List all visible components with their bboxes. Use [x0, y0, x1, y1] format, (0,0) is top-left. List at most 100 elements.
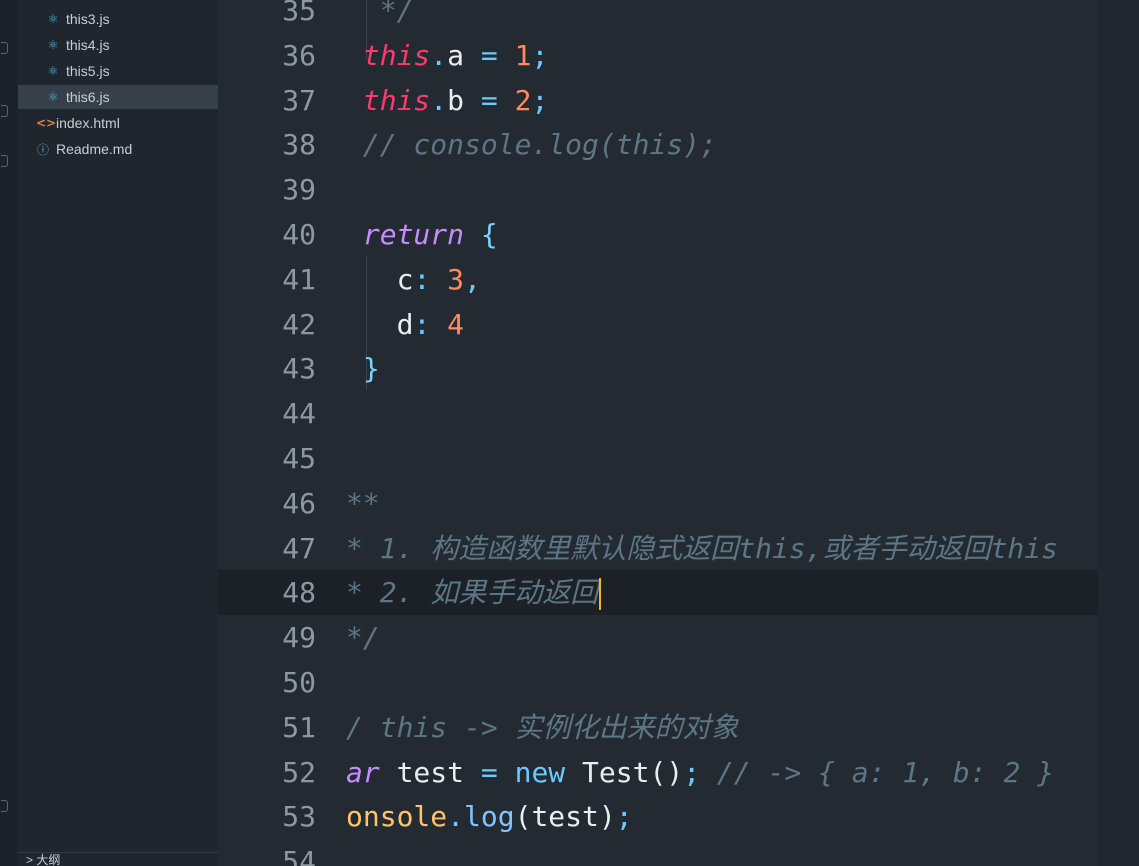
- editor-scrollbar[interactable]: [1098, 0, 1139, 866]
- code-text: * 2. 如果手动返回: [346, 570, 602, 615]
- line-number: 43: [282, 352, 316, 386]
- file-item[interactable]: ⚛ this4.js: [18, 33, 218, 57]
- code-token: ;: [683, 755, 701, 789]
- code-text: this.a = 1;: [346, 33, 548, 78]
- code-line[interactable]: 48 * 2. 如果手动返回: [218, 570, 1098, 616]
- line-number: 39: [282, 173, 316, 207]
- code-text: */: [346, 615, 380, 660]
- react-icon: ⚛: [47, 12, 59, 26]
- line-number: 41: [282, 262, 316, 296]
- react-icon: ⚛: [47, 64, 59, 78]
- code-token: this: [346, 83, 431, 117]
- code-token: test: [379, 755, 481, 789]
- code-token: log: [464, 800, 515, 834]
- line-number: 37: [282, 83, 316, 117]
- code-token: new: [514, 755, 566, 789]
- code-token: ;: [615, 800, 633, 834]
- code-token: d: [346, 307, 414, 341]
- line-number: 47: [282, 531, 316, 565]
- code-line[interactable]: 39: [218, 167, 1098, 212]
- code-line[interactable]: 49 */: [218, 615, 1098, 660]
- line-number: 51: [282, 710, 316, 744]
- file-item[interactable]: <> index.html: [18, 111, 218, 135]
- line-number: 50: [282, 666, 316, 699]
- code-text: ar test = new Test(); // -> { a: 1, b: 2…: [346, 750, 1054, 795]
- code-token: :: [413, 262, 448, 296]
- code-token: .: [430, 83, 448, 117]
- code-token: ;: [531, 83, 549, 117]
- code-token: 1: [514, 38, 532, 72]
- file-item[interactable]: ⓘ Readme.md: [18, 137, 218, 161]
- line-number: 54: [282, 845, 316, 866]
- react-icon: ⚛: [47, 38, 59, 52]
- code-line[interactable]: 40 return {: [218, 212, 1098, 257]
- code-line[interactable]: 43 }: [218, 346, 1098, 391]
- code-token: ar: [346, 755, 380, 789]
- code-line[interactable]: 46 **: [218, 481, 1098, 526]
- code-text: return {: [346, 212, 498, 257]
- activity-marker-icon[interactable]: [1, 105, 8, 117]
- code-line[interactable]: 45: [218, 436, 1098, 481]
- code-token: c: [346, 262, 414, 296]
- code-line[interactable]: 37 this.b = 2;: [218, 78, 1098, 123]
- line-number: 40: [282, 218, 316, 251]
- code-token: Test(): [565, 755, 684, 789]
- code-token: 3: [447, 262, 465, 296]
- code-line[interactable]: 52 ar test = new Test(); // -> { a: 1, b:…: [218, 750, 1098, 795]
- code-text: c: 3,: [346, 257, 481, 302]
- code-text: * 1. 构造函数里默认隐式返回this,或者手动返回this: [346, 526, 1058, 571]
- code-token: ,: [464, 262, 481, 296]
- code-text: **: [346, 481, 380, 526]
- line-number: 42: [282, 307, 316, 341]
- file-name: this3.js: [66, 11, 110, 27]
- code-line[interactable]: 47 * 1. 构造函数里默认隐式返回this,或者手动返回this: [218, 526, 1098, 571]
- code-token: (test): [514, 800, 616, 834]
- code-line[interactable]: 44: [218, 391, 1098, 436]
- code-editor[interactable]: 35 */36 this.a = 1; 37 this.b = 2; 38 // c…: [218, 0, 1098, 866]
- file-name: this5.js: [66, 63, 110, 79]
- code-token: * 1. 构造函数里默认隐式返回this,或者手动返回this: [346, 531, 1059, 565]
- code-line[interactable]: 50: [218, 660, 1098, 705]
- line-number: 48: [282, 576, 316, 610]
- code-token: / this -> 实例化出来的对象: [346, 710, 739, 744]
- code-token: // -> { a: 1, b: 2 }: [700, 755, 1055, 789]
- line-number: 36: [282, 38, 316, 72]
- line-number: 35: [282, 0, 316, 27]
- outline-section-header[interactable]: > 大纲: [18, 852, 218, 866]
- code-token: a: [447, 38, 465, 72]
- code-token: .: [430, 38, 448, 72]
- code-token: }: [346, 352, 380, 386]
- activity-marker-icon[interactable]: [1, 42, 8, 54]
- code-line[interactable]: 53 onsole.log(test);: [218, 794, 1098, 839]
- file-name: index.html: [56, 115, 120, 131]
- file-item[interactable]: ⚛ this6.js: [18, 85, 218, 109]
- line-number: 46: [282, 486, 316, 520]
- info-icon: ⓘ: [36, 142, 49, 157]
- code-text: }: [346, 346, 380, 391]
- code-line[interactable]: 38 // console.log(this);: [218, 122, 1098, 167]
- line-number: 44: [282, 397, 316, 431]
- code-text: d: 4: [346, 302, 464, 347]
- code-token: =: [464, 38, 515, 72]
- code-line[interactable]: 51 / this -> 实例化出来的对象: [218, 705, 1098, 750]
- code-line[interactable]: 36 this.a = 1;: [218, 33, 1098, 78]
- code-token: ;: [531, 38, 549, 72]
- file-explorer: ⚛ this3.js ⚛ this4.js ⚛ this5.js ⚛ this6.js <> in…: [18, 0, 218, 866]
- code-line[interactable]: 35 */: [218, 0, 1098, 33]
- code-line[interactable]: 41 c: 3,: [218, 257, 1098, 302]
- code-token: .: [447, 800, 465, 834]
- activity-marker-icon[interactable]: [1, 800, 8, 812]
- code-token: b: [447, 83, 465, 117]
- code-token: * 2. 如果手动返回: [346, 576, 599, 610]
- file-item[interactable]: ⚛ this3.js: [18, 7, 218, 31]
- code-line[interactable]: 42 d: 4: [218, 302, 1098, 347]
- code-text: / this -> 实例化出来的对象: [346, 705, 739, 750]
- code-line[interactable]: 54: [218, 839, 1098, 866]
- file-item[interactable]: ⚛ this5.js: [18, 59, 218, 83]
- activity-bar: [0, 0, 18, 866]
- code-text: onsole.log(test);: [346, 794, 633, 839]
- activity-marker-icon[interactable]: [1, 155, 8, 167]
- code-token: */: [346, 0, 414, 27]
- code-token: onsole: [346, 800, 448, 834]
